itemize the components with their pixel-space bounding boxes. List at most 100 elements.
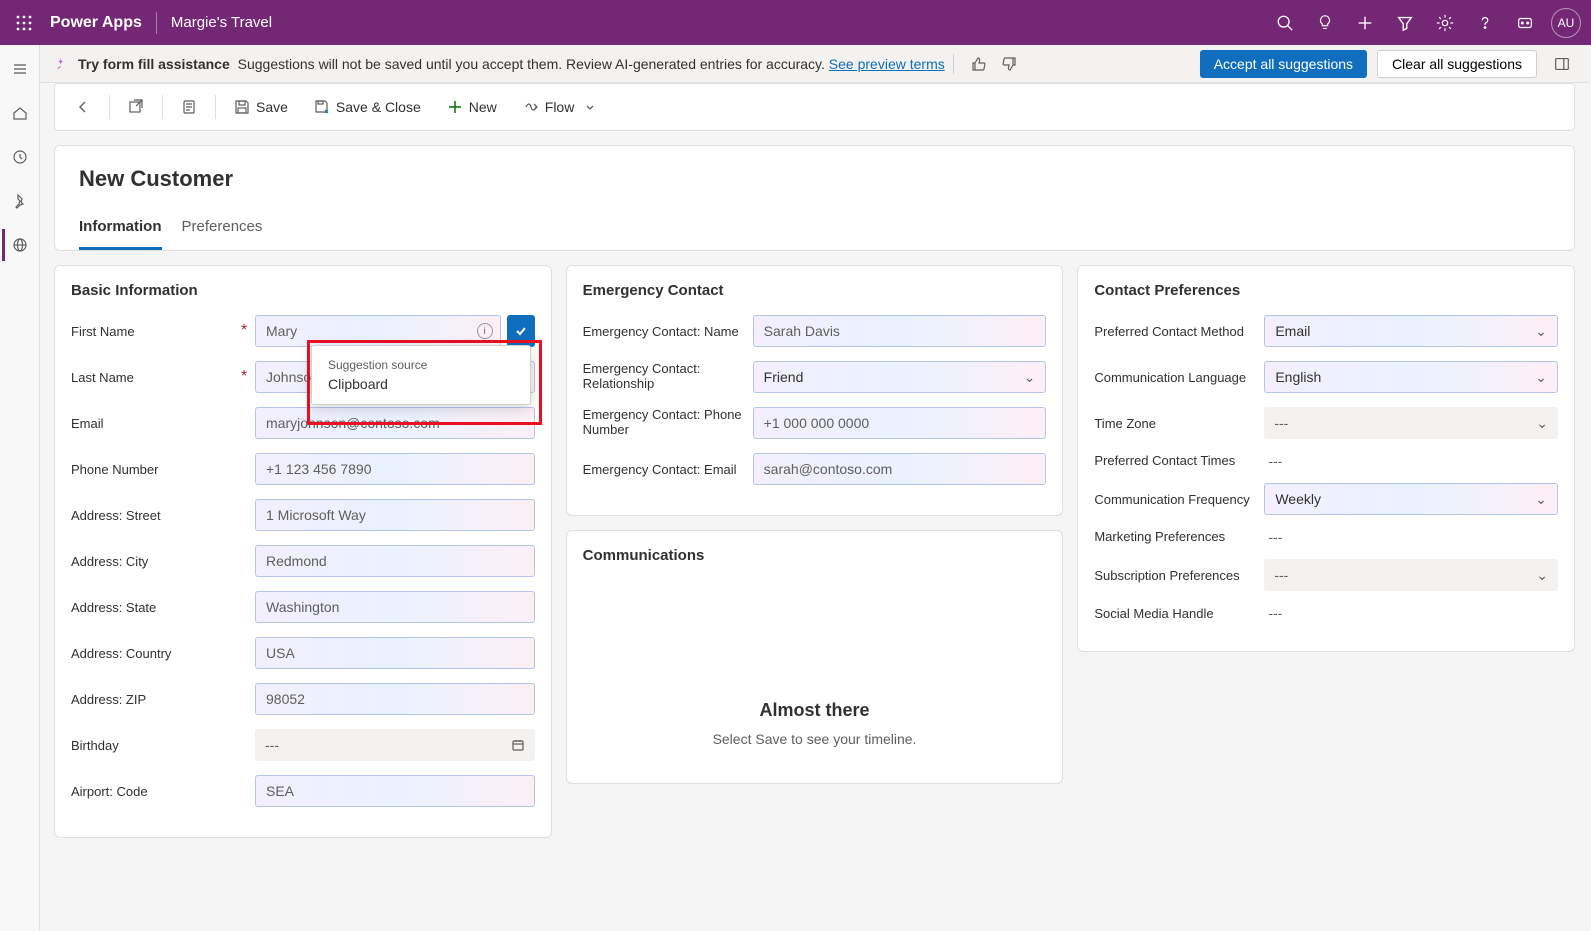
tz-label: Time Zone [1094, 416, 1264, 431]
tab-information[interactable]: Information [79, 218, 162, 250]
ec-phone-input[interactable] [753, 407, 1047, 439]
emergency-contact-panel: Emergency Contact Emergency Contact: Nam… [566, 265, 1064, 516]
save-label: Save [256, 99, 288, 115]
ec-name-input[interactable] [753, 315, 1047, 347]
communications-title: Communications [583, 547, 1047, 564]
timeline-empty-title: Almost there [593, 700, 1037, 721]
page-title: New Customer [79, 166, 1550, 192]
chevron-down-icon: ⌄ [1024, 369, 1036, 386]
filter-icon[interactable] [1385, 3, 1425, 43]
communications-panel: Communications Almost there Select Save … [566, 530, 1064, 784]
social-value: --- [1264, 605, 1282, 621]
freq-select[interactable]: Weekly ⌄ [1264, 483, 1558, 515]
airport-input[interactable] [255, 775, 535, 807]
tz-select[interactable]: --- ⌄ [1264, 407, 1558, 439]
back-button[interactable] [65, 89, 101, 125]
globe-icon[interactable] [2, 229, 34, 261]
ec-name-label: Emergency Contact: Name [583, 324, 753, 339]
city-label: Address: City [71, 554, 148, 569]
subs-select[interactable]: --- ⌄ [1264, 559, 1558, 591]
task-button[interactable] [171, 89, 207, 125]
open-button[interactable] [118, 89, 154, 125]
save-button[interactable]: Save [224, 89, 298, 125]
tab-preferences[interactable]: Preferences [182, 218, 263, 250]
birthday-label: Birthday [71, 738, 119, 753]
app-name-label: Margie's Travel [171, 14, 272, 31]
lang-label: Communication Language [1094, 370, 1264, 385]
method-label: Preferred Contact Method [1094, 324, 1264, 339]
tooltip-value: Clipboard [328, 376, 514, 392]
user-avatar[interactable]: AU [1551, 8, 1581, 38]
last-name-label: Last Name [71, 370, 134, 385]
city-input[interactable] [255, 545, 535, 577]
social-label: Social Media Handle [1094, 606, 1264, 621]
tz-value: --- [1274, 415, 1288, 431]
ec-email-input[interactable] [753, 453, 1047, 485]
basic-info-panel: Basic Information First Name * i Suggest… [54, 265, 552, 838]
accept-suggestion-button[interactable] [507, 315, 535, 347]
street-label: Address: Street [71, 508, 161, 523]
state-input[interactable] [255, 591, 535, 623]
ec-rel-label: Emergency Contact: Relationship [583, 361, 753, 391]
gear-icon[interactable] [1425, 3, 1465, 43]
banner-link[interactable]: See preview terms [829, 56, 945, 72]
state-label: Address: State [71, 600, 156, 615]
required-indicator: * [241, 368, 249, 386]
recent-icon[interactable] [4, 141, 36, 173]
accept-all-button[interactable]: Accept all suggestions [1200, 50, 1367, 78]
ec-email-label: Emergency Contact: Email [583, 462, 753, 477]
left-nav [0, 45, 40, 931]
brand-label: Power Apps [50, 14, 142, 32]
birthday-input[interactable]: --- [255, 729, 535, 761]
email-input[interactable] [255, 407, 535, 439]
subs-label: Subscription Preferences [1094, 568, 1264, 583]
method-value: Email [1275, 323, 1310, 339]
ec-rel-select[interactable]: Friend ⌄ [753, 361, 1047, 393]
phone-input[interactable] [255, 453, 535, 485]
lightbulb-icon[interactable] [1305, 3, 1345, 43]
times-value: --- [1264, 453, 1282, 469]
ec-rel-value: Friend [764, 369, 804, 385]
help-icon[interactable] [1465, 3, 1505, 43]
flow-button[interactable]: Flow [513, 89, 607, 125]
thumbs-down-icon[interactable] [996, 51, 1022, 77]
copilot-icon [52, 55, 70, 73]
command-bar: Save Save & Close New Flow [54, 83, 1575, 131]
freq-value: Weekly [1275, 491, 1321, 507]
street-input[interactable] [255, 499, 535, 531]
subs-value: --- [1274, 567, 1288, 583]
new-button[interactable]: New [437, 89, 507, 125]
page-header-card: New Customer Information Preferences [54, 145, 1575, 251]
app-launcher-icon[interactable] [10, 9, 38, 37]
birthday-value: --- [265, 737, 279, 753]
add-icon[interactable] [1345, 3, 1385, 43]
divider [156, 12, 157, 34]
chevron-down-icon: ⌄ [1535, 491, 1547, 508]
panel-toggle-icon[interactable] [1547, 49, 1577, 79]
thumbs-up-icon[interactable] [966, 51, 992, 77]
search-icon[interactable] [1265, 3, 1305, 43]
first-name-input[interactable] [255, 315, 501, 347]
menu-icon[interactable] [4, 53, 36, 85]
contact-preferences-panel: Contact Preferences Preferred Contact Me… [1077, 265, 1575, 652]
zip-input[interactable] [255, 683, 535, 715]
lang-select[interactable]: English ⌄ [1264, 361, 1558, 393]
assistant-icon[interactable] [1505, 3, 1545, 43]
method-select[interactable]: Email ⌄ [1264, 315, 1558, 347]
lang-value: English [1275, 369, 1321, 385]
clear-all-button[interactable]: Clear all suggestions [1377, 50, 1537, 78]
ec-phone-label: Emergency Contact: Phone Number [583, 407, 753, 437]
home-icon[interactable] [4, 97, 36, 129]
zip-label: Address: ZIP [71, 692, 146, 707]
phone-label: Phone Number [71, 462, 158, 477]
suggestion-source-tooltip: Suggestion source Clipboard [311, 345, 531, 405]
save-close-button[interactable]: Save & Close [304, 89, 431, 125]
pin-icon[interactable] [4, 185, 36, 217]
chevron-down-icon: ⌄ [1535, 323, 1547, 340]
tooltip-label: Suggestion source [328, 358, 514, 372]
chevron-down-icon: ⌄ [1535, 369, 1547, 386]
country-input[interactable] [255, 637, 535, 669]
mktg-value: --- [1264, 529, 1282, 545]
chevron-down-icon: ⌄ [1536, 567, 1548, 584]
info-icon[interactable]: i [477, 323, 493, 339]
